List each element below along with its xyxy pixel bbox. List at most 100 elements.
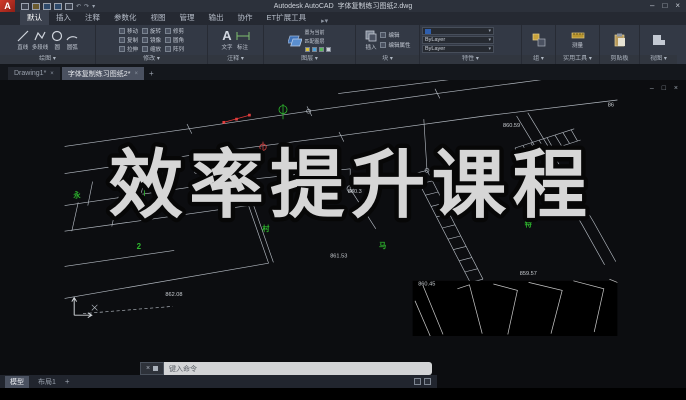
layer-lock-icon[interactable]: [318, 46, 324, 52]
polyline-icon: [34, 31, 46, 40]
redo-icon[interactable]: ↷: [84, 3, 89, 10]
document-window-controls[interactable]: – □ ×: [650, 85, 681, 92]
rotate-icon: [141, 28, 148, 34]
edit-block-button[interactable]: 编辑: [380, 31, 410, 39]
model-tab[interactable]: 模型: [5, 375, 29, 388]
ribbon-tab-view[interactable]: 视图: [144, 10, 173, 25]
panel-label-layers[interactable]: 图层 ▾: [264, 55, 355, 64]
panel-label-groups[interactable]: 组 ▾: [522, 55, 555, 64]
fillet-button[interactable]: 圆角: [165, 36, 184, 44]
panel-label-view[interactable]: 视图 ▾: [640, 55, 677, 64]
group-icon[interactable]: [532, 33, 546, 47]
file-tab-close-icon[interactable]: ×: [50, 71, 54, 77]
insert-block-button[interactable]: 插入: [364, 29, 377, 51]
svg-text:860.59: 860.59: [503, 123, 520, 129]
copy-button[interactable]: 复制: [118, 36, 138, 44]
close-button[interactable]: ×: [675, 0, 680, 12]
svg-text:2: 2: [137, 242, 142, 251]
panel-label-clipboard[interactable]: 剪贴板: [600, 55, 639, 64]
undo-icon[interactable]: ↶: [76, 3, 81, 10]
panel-label-annotation[interactable]: 注释 ▾: [208, 55, 263, 64]
panel-label-properties[interactable]: 特性 ▾: [420, 55, 521, 64]
rotate-button[interactable]: 旋转: [141, 27, 161, 35]
panel-label-draw[interactable]: 绘图 ▾: [0, 55, 95, 64]
move-button[interactable]: 移动: [118, 27, 138, 35]
file-tab-close-icon[interactable]: ×: [134, 71, 138, 77]
customize-icon[interactable]: [153, 366, 159, 371]
ribbon-tab-home[interactable]: 默认: [20, 10, 49, 25]
ribbon-overflow-icon[interactable]: ▸▾: [321, 17, 328, 25]
restore-button[interactable]: □: [662, 0, 667, 12]
new-icon[interactable]: [21, 2, 29, 10]
panel-block: 插入 编辑 编辑属性 块 ▾: [356, 25, 420, 64]
ribbon: 直线 多段线 圆 圆弧 绘图 ▾ 移动 旋转 修剪 复制 镜像 圆角 拉伸 缩放…: [0, 25, 686, 64]
autocad-logo-icon[interactable]: A: [0, 0, 15, 12]
set-current-layer-button[interactable]: 置为当前: [305, 29, 332, 36]
quick-access-toolbar: ↶ ↷ ▾: [21, 2, 95, 10]
panel-utilities: 测量 实用工具 ▾: [556, 25, 600, 64]
svg-text:861.53: 861.53: [330, 254, 347, 260]
save-icon[interactable]: [43, 2, 51, 10]
layer-state-icons: [304, 46, 332, 52]
plot-icon[interactable]: [65, 2, 73, 10]
color-swatch: [425, 28, 431, 34]
view-base-icon[interactable]: [652, 34, 666, 46]
line-button[interactable]: 直线: [17, 30, 29, 51]
new-drawing-tab-button[interactable]: +: [149, 67, 154, 80]
file-tab-active[interactable]: 字体复制练习图纸2* ×: [61, 67, 144, 80]
ribbon-tab-bar: 默认 插入 注释 参数化 视图 管理 输出 协作 ET扩展工具 ▸▾: [0, 10, 686, 25]
ribbon-tab-manage[interactable]: 管理: [173, 10, 202, 25]
circle-icon: [52, 30, 63, 41]
save-as-icon[interactable]: [54, 2, 62, 10]
ribbon-tab-et-tools[interactable]: ET扩展工具: [260, 10, 314, 25]
ribbon-tab-parametric[interactable]: 参数化: [107, 10, 144, 25]
ribbon-tab-output[interactable]: 输出: [202, 10, 231, 25]
edit-attributes-button[interactable]: 编辑属性: [380, 41, 411, 49]
trim-button[interactable]: 修剪: [165, 27, 184, 35]
drawing-canvas[interactable]: – □ × 862.08 860.59 860.3 861.53 859.57 …: [0, 80, 686, 400]
annotation-scale-icon[interactable]: [424, 378, 431, 385]
measure-button[interactable]: 测量: [571, 31, 585, 49]
panel-label-utilities[interactable]: 实用工具 ▾: [556, 55, 599, 64]
file-tab-drawing1[interactable]: Drawing1* ×: [8, 67, 60, 80]
grid-icon[interactable]: [414, 378, 421, 385]
match-layer-button[interactable]: 匹配图层: [305, 38, 332, 45]
stretch-icon: [118, 46, 125, 52]
panel-label-block[interactable]: 块 ▾: [356, 55, 419, 64]
layer-on-icon[interactable]: [304, 46, 310, 52]
ribbon-tab-annotate[interactable]: 注释: [78, 10, 107, 25]
new-layout-button[interactable]: +: [65, 377, 70, 386]
text-button[interactable]: A 文字: [221, 29, 232, 51]
circle-button[interactable]: 圆: [51, 30, 63, 51]
object-color-dropdown[interactable]: ▾: [422, 27, 494, 35]
dimension-icon: [236, 31, 249, 40]
ribbon-tab-insert[interactable]: 插入: [49, 10, 78, 25]
edit-block-icon: [380, 32, 387, 38]
svg-text:862.08: 862.08: [165, 292, 182, 298]
command-input[interactable]: 键入命令: [164, 362, 432, 375]
panel-view: 视图 ▾: [640, 25, 677, 64]
layout1-tab[interactable]: 布局1: [33, 376, 61, 388]
ribbon-tab-collaborate[interactable]: 协作: [231, 10, 260, 25]
dimension-button[interactable]: 标注: [236, 30, 250, 51]
layer-freeze-icon[interactable]: [311, 46, 317, 52]
mirror-button[interactable]: 镜像: [141, 36, 161, 44]
command-close-icon[interactable]: ×: [146, 365, 150, 372]
arc-button[interactable]: 圆弧: [66, 30, 78, 51]
backdrop-region: [412, 280, 618, 336]
stretch-button[interactable]: 拉伸: [118, 45, 138, 53]
array-button[interactable]: 阵列: [165, 45, 184, 53]
selected-line-grips[interactable]: [222, 113, 251, 124]
qat-dropdown-icon[interactable]: ▾: [92, 3, 95, 10]
lineweight-dropdown[interactable]: ByLayer ▾: [422, 36, 494, 44]
scale-button[interactable]: 缩放: [141, 45, 161, 53]
linetype-dropdown[interactable]: ByLayer ▾: [422, 45, 494, 53]
panel-label-modify[interactable]: 修改 ▾: [96, 55, 207, 64]
mirror-icon: [141, 37, 148, 43]
paste-icon[interactable]: [614, 33, 626, 47]
polyline-button[interactable]: 多段线: [32, 30, 48, 51]
open-icon[interactable]: [32, 2, 40, 10]
layer-color-icon[interactable]: [325, 46, 331, 52]
minimize-button[interactable]: –: [650, 0, 654, 12]
layer-properties-icon[interactable]: [287, 33, 302, 47]
